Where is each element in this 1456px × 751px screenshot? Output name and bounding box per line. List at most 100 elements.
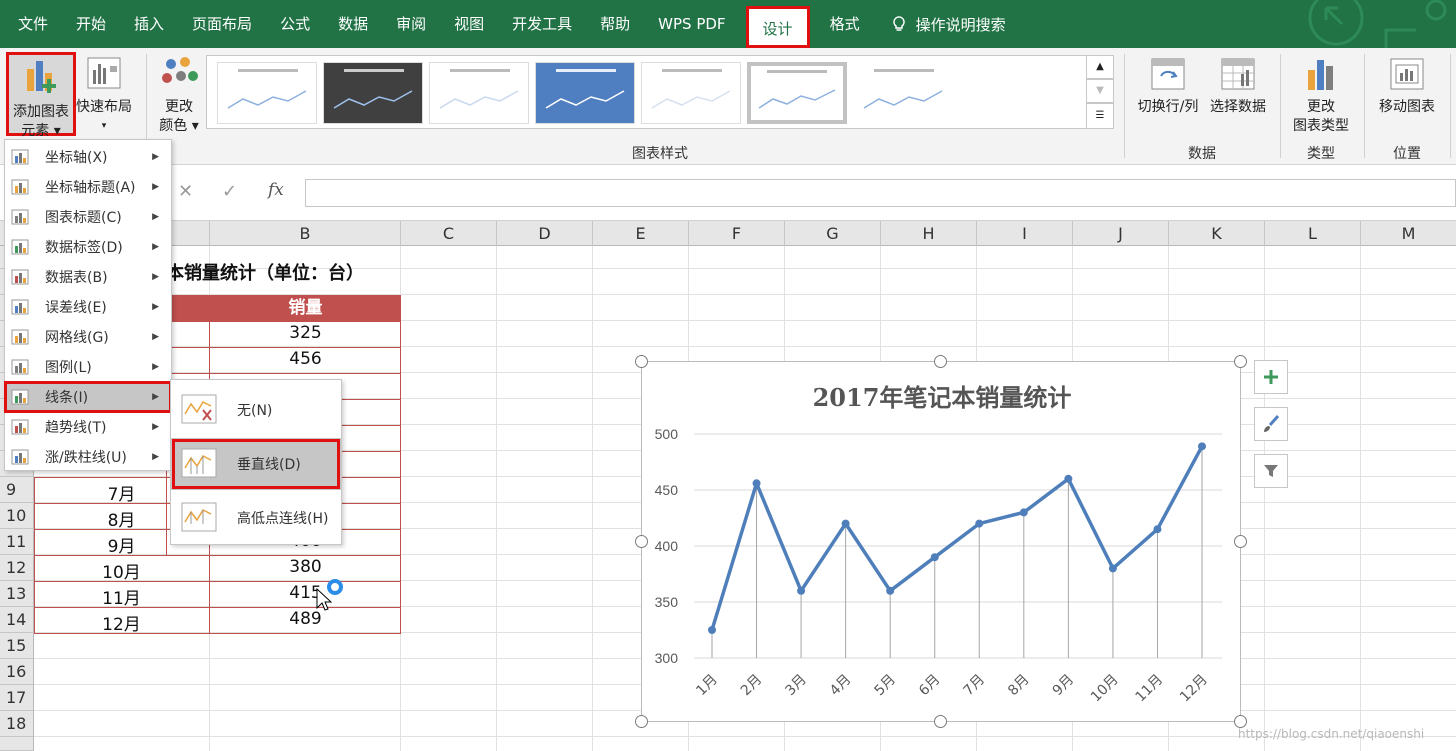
column-header[interactable]: D xyxy=(497,221,593,246)
tab-9[interactable]: 帮助 xyxy=(586,0,644,48)
chart-filters-button[interactable] xyxy=(1254,454,1288,488)
insert-function-icon[interactable]: fx xyxy=(268,180,284,200)
cancel-icon[interactable]: ✕ xyxy=(178,181,193,202)
column-header[interactable]: H xyxy=(881,221,977,246)
resize-handle[interactable] xyxy=(635,715,648,728)
resize-handle[interactable] xyxy=(635,535,648,548)
column-header[interactable]: E xyxy=(593,221,689,246)
row-header[interactable]: 15 xyxy=(0,633,34,659)
menu-item-chart-title[interactable]: 图表标题(C) ▶ xyxy=(5,202,171,232)
column-header[interactable]: F xyxy=(689,221,785,246)
tab-0[interactable]: 文件 xyxy=(4,0,62,48)
column-header[interactable]: I xyxy=(977,221,1073,246)
menu-item-data-table[interactable]: 数据表(B) ▶ xyxy=(5,262,171,292)
data-point[interactable] xyxy=(1108,564,1117,573)
change-colors-button[interactable]: 更改 颜色 ▾ xyxy=(154,54,204,136)
row-header[interactable]: 12 xyxy=(0,555,34,581)
select-data-button[interactable]: 选择数据 xyxy=(1204,56,1272,126)
tab-5[interactable]: 数据 xyxy=(324,0,382,48)
column-header[interactable]: C xyxy=(401,221,497,246)
tab-8[interactable]: 开发工具 xyxy=(498,0,586,48)
tab-12[interactable]: 格式 xyxy=(816,0,874,48)
column-header[interactable]: L xyxy=(1265,221,1361,246)
sales-cell[interactable]: 456 xyxy=(210,349,401,369)
tab-10[interactable]: WPS PDF xyxy=(644,0,739,48)
chart-style-1[interactable] xyxy=(217,62,317,124)
column-header[interactable]: G xyxy=(785,221,881,246)
chart-style-4[interactable] xyxy=(535,62,635,124)
sales-cell[interactable]: 415 xyxy=(210,583,401,603)
tab-3[interactable]: 页面布局 xyxy=(178,0,266,48)
add-chart-element-button[interactable]: 添加图表 元素 ▾ xyxy=(6,52,76,139)
line-chart[interactable]: 2017年笔记本销量统计 300 350 400 450 500 1月 2月 3月 4月 5月 6月… xyxy=(641,361,1241,722)
chart-styles-button[interactable] xyxy=(1254,407,1288,441)
tab-11[interactable]: 设计 xyxy=(745,6,810,48)
resize-handle[interactable] xyxy=(1234,535,1247,548)
data-point[interactable] xyxy=(1198,442,1206,451)
row-header[interactable]: 18 xyxy=(0,711,34,737)
change-chart-type-button[interactable]: 更改 图表类型 xyxy=(1286,56,1356,136)
resize-handle[interactable] xyxy=(1234,355,1247,368)
submenu-item-high-low-lines[interactable]: 高低点连线(H) xyxy=(171,492,341,544)
chart-style-2[interactable] xyxy=(323,62,423,124)
submenu-item-none[interactable]: 无(N) xyxy=(171,384,341,436)
data-point[interactable] xyxy=(886,586,895,595)
submenu-item-drop-lines[interactable]: 垂直线(D) xyxy=(171,438,341,490)
formula-input[interactable] xyxy=(305,179,1456,207)
month-cell[interactable]: 12月 xyxy=(34,610,209,635)
menu-item-data-labels[interactable]: 数据标签(D) ▶ xyxy=(5,232,171,262)
menu-item-up-down-bars[interactable]: 涨/跌柱线(U) ▶ xyxy=(5,442,171,472)
chart-style-5[interactable] xyxy=(641,62,741,124)
resize-handle[interactable] xyxy=(934,355,947,368)
menu-item-gridlines[interactable]: 网格线(G) ▶ xyxy=(5,322,171,352)
tell-me-search[interactable]: 操作说明搜索 xyxy=(890,14,1006,35)
resize-handle[interactable] xyxy=(934,715,947,728)
data-point[interactable] xyxy=(841,519,850,528)
sales-cell[interactable]: 489 xyxy=(210,609,401,629)
data-point[interactable] xyxy=(708,626,716,634)
tab-4[interactable]: 公式 xyxy=(266,0,324,48)
menu-item-legend[interactable]: 图例(L) ▶ xyxy=(5,352,171,382)
enter-icon[interactable]: ✓ xyxy=(222,181,237,202)
tab-1[interactable]: 开始 xyxy=(62,0,120,48)
sales-cell[interactable]: 325 xyxy=(210,323,401,343)
gallery-down-button[interactable]: ▼ xyxy=(1086,79,1114,103)
tab-2[interactable]: 插入 xyxy=(120,0,178,48)
column-header[interactable]: J xyxy=(1073,221,1169,246)
gallery-up-button[interactable]: ▲ xyxy=(1086,55,1114,79)
row-header[interactable]: 10 xyxy=(0,503,34,529)
month-cell[interactable]: 11月 xyxy=(34,584,209,609)
chart-elements-button[interactable] xyxy=(1254,360,1288,394)
menu-item-trendline[interactable]: 趋势线(T) ▶ xyxy=(5,412,171,442)
data-point[interactable] xyxy=(752,479,761,488)
month-cell[interactable]: 10月 xyxy=(34,558,209,583)
data-point[interactable] xyxy=(930,553,939,562)
menu-item-error-bars[interactable]: 误差线(E) ▶ xyxy=(5,292,171,322)
menu-item-axes[interactable]: 坐标轴(X) ▶ xyxy=(5,142,171,172)
data-point[interactable] xyxy=(797,586,806,595)
resize-handle[interactable] xyxy=(635,355,648,368)
data-point[interactable] xyxy=(1153,525,1162,534)
chart-style-7[interactable] xyxy=(853,62,953,124)
menu-item-axis-titles[interactable]: 坐标轴标题(A) ▶ xyxy=(5,172,171,202)
tab-6[interactable]: 审阅 xyxy=(382,0,440,48)
gallery-more-button[interactable]: ☰ xyxy=(1086,103,1114,129)
row-header[interactable] xyxy=(0,737,34,751)
data-point[interactable] xyxy=(975,519,984,528)
chart-style-3[interactable] xyxy=(429,62,529,124)
row-header[interactable]: 16 xyxy=(0,659,34,685)
row-header[interactable]: 11 xyxy=(0,529,34,555)
switch-row-column-button[interactable]: 切换行/列 xyxy=(1132,56,1204,126)
column-header[interactable]: B xyxy=(210,221,401,246)
menu-item-lines[interactable]: 线条(I) ▶ xyxy=(4,381,172,413)
tab-7[interactable]: 视图 xyxy=(440,0,498,48)
row-header[interactable]: 17 xyxy=(0,685,34,711)
row-header[interactable]: 14 xyxy=(0,607,34,633)
quick-layout-button[interactable]: 快速布局 ▾ xyxy=(76,54,132,136)
chart-style-6[interactable] xyxy=(747,62,847,124)
row-header[interactable]: 9 xyxy=(0,477,34,503)
move-chart-button[interactable]: 移动图表 xyxy=(1370,56,1444,126)
column-header[interactable]: M xyxy=(1361,221,1456,246)
column-header[interactable]: K xyxy=(1169,221,1265,246)
data-point[interactable] xyxy=(1019,508,1028,517)
